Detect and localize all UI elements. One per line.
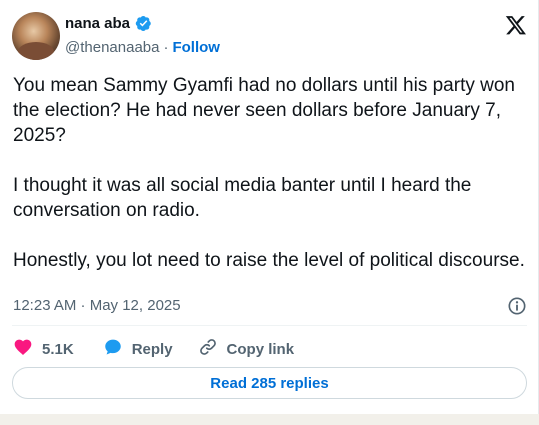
author-handle-row: @thenanaaba · Follow bbox=[65, 39, 220, 56]
copy-link-label: Copy link bbox=[226, 340, 295, 358]
link-icon bbox=[198, 337, 218, 361]
read-replies-button[interactable]: Read 285 replies bbox=[12, 367, 527, 399]
tweet-text: You mean Sammy Gyamfi had no dollars unt… bbox=[13, 75, 525, 271]
reply-label: Reply bbox=[131, 340, 173, 358]
tweet-timestamp[interactable]: 12:23 AM · May 12, 2025 bbox=[13, 297, 181, 314]
author-display-name[interactable]: nana aba bbox=[65, 15, 130, 32]
avatar[interactable] bbox=[12, 12, 60, 60]
info-icon[interactable] bbox=[507, 296, 527, 316]
tweet-card: nana aba @thenanaaba · Follow You mean S… bbox=[0, 0, 539, 414]
verified-badge-icon bbox=[135, 15, 152, 32]
like-button[interactable]: 5.1K bbox=[13, 337, 74, 361]
x-logo-icon[interactable] bbox=[505, 14, 527, 36]
follow-button[interactable]: Follow bbox=[172, 39, 220, 56]
page-background-strip bbox=[0, 414, 539, 425]
handle-separator: · bbox=[163, 39, 169, 56]
author-name-row: nana aba bbox=[65, 15, 152, 32]
copy-link-button[interactable]: Copy link bbox=[198, 337, 295, 361]
reply-bubble-icon bbox=[103, 337, 123, 361]
author-handle[interactable]: @thenanaaba bbox=[65, 39, 159, 56]
reply-button[interactable]: Reply bbox=[103, 337, 173, 361]
heart-icon bbox=[13, 337, 33, 361]
action-bar: 5.1K Reply Copy link bbox=[13, 337, 294, 361]
like-count: 5.1K bbox=[42, 340, 74, 358]
divider bbox=[12, 325, 527, 326]
